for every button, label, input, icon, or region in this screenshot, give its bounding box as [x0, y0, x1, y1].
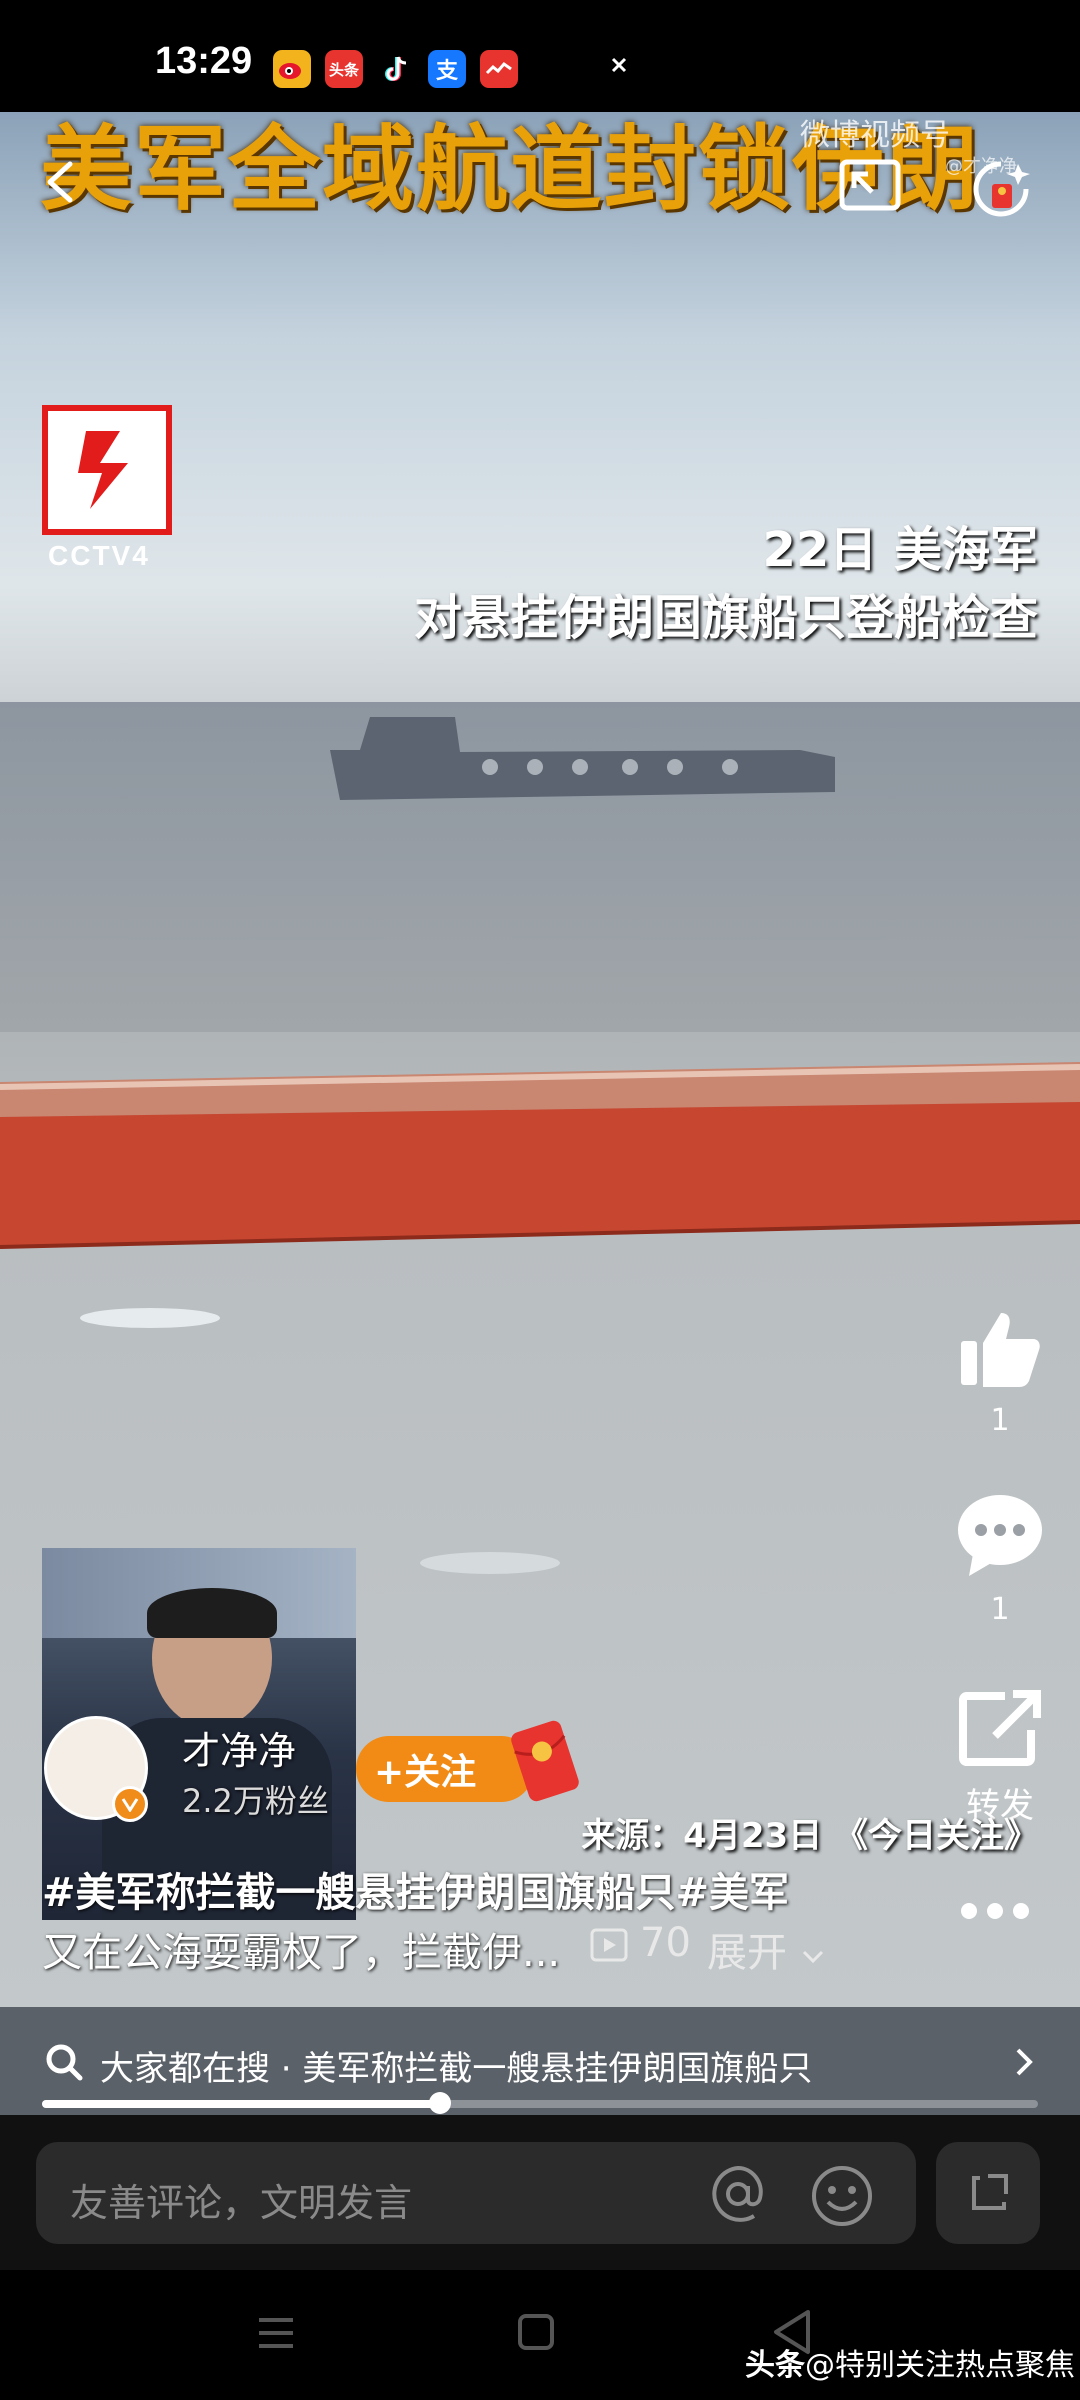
brand-name: 头条 — [745, 2348, 805, 2383]
expand-label: 展开 — [707, 1930, 787, 1976]
alipay-icon: 支 — [428, 50, 466, 88]
thumbs-up-icon — [961, 1313, 1040, 1387]
source-watermark: 头条@特别关注热点聚焦 — [745, 2340, 1075, 2384]
comment-placeholder: 友善评论，文明发言 — [70, 2181, 413, 2225]
video-source: 来源：4月23日 《今日关注》 — [581, 1816, 1038, 1856]
share-button[interactable] — [940, 1690, 1060, 1770]
comment-count: 1 — [990, 1592, 1010, 1627]
play-count: 70 — [640, 1920, 691, 1966]
ice-floe — [80, 1308, 220, 1328]
author-fans: 2.2万粉丝 — [182, 1782, 329, 1820]
red-packet-icon[interactable] — [505, 1715, 585, 1807]
back-icon[interactable] — [40, 160, 84, 204]
chevron-down-icon — [802, 1950, 823, 1964]
ship-hull — [0, 1062, 1080, 1249]
verified-badge-icon — [112, 1786, 148, 1822]
video-watermark: 微博视频号 — [800, 118, 950, 153]
expand-comment-button[interactable] — [936, 2142, 1040, 2244]
picture-in-picture-icon[interactable] — [838, 158, 902, 216]
toutiao-icon: 头条 — [325, 50, 363, 88]
red-app-icon — [480, 50, 518, 88]
author-name[interactable]: 才净净 — [182, 1720, 296, 1775]
expand-button[interactable]: 展开 — [707, 1920, 826, 1978]
video-caption-line2: 对悬挂伊朗国旗船只登船检查 — [413, 590, 1038, 646]
mention-icon[interactable] — [708, 2164, 768, 2224]
like-button[interactable] — [940, 1305, 1060, 1393]
ice-floe — [420, 1552, 560, 1574]
progress-fill — [42, 2100, 441, 2108]
post-title[interactable]: #美军称拦截一艘悬挂伊朗国旗船只#美军 — [42, 1860, 789, 1918]
tiktok-icon — [377, 50, 415, 88]
share-icon — [959, 1690, 1041, 1766]
emoji-icon[interactable] — [810, 2164, 874, 2228]
status-x-icon — [608, 54, 630, 76]
status-time: 13:29 — [155, 40, 253, 82]
video-caption-line1: 22日 美海军 — [762, 522, 1038, 578]
account-handle: @特别关注热点聚焦 — [805, 2348, 1075, 2383]
like-count: 1 — [990, 1403, 1010, 1438]
trending-search-text[interactable]: 大家都在搜 · 美军称拦截一艘悬挂伊朗国旗船只 — [100, 2041, 812, 2090]
more-options-icon[interactable] — [958, 1900, 1032, 1922]
chevron-right-icon[interactable] — [1010, 2044, 1040, 2080]
cctv-logo — [42, 405, 172, 535]
distant-ship — [330, 717, 835, 800]
post-description[interactable]: 又在公海耍霸权了，拦截伊... — [42, 1920, 560, 1978]
recent-apps-icon[interactable] — [255, 2312, 297, 2354]
comment-bubble-icon — [958, 1495, 1042, 1576]
channel-logo-text: CCTV4 — [48, 540, 150, 571]
search-icon — [44, 2042, 84, 2082]
comment-button[interactable] — [940, 1492, 1060, 1582]
home-icon[interactable] — [516, 2312, 556, 2352]
play-count-icon — [590, 1928, 628, 1962]
expand-icon — [972, 2174, 1008, 2210]
share-red-packet-icon[interactable] — [970, 158, 1032, 220]
weibo-icon — [273, 50, 311, 88]
